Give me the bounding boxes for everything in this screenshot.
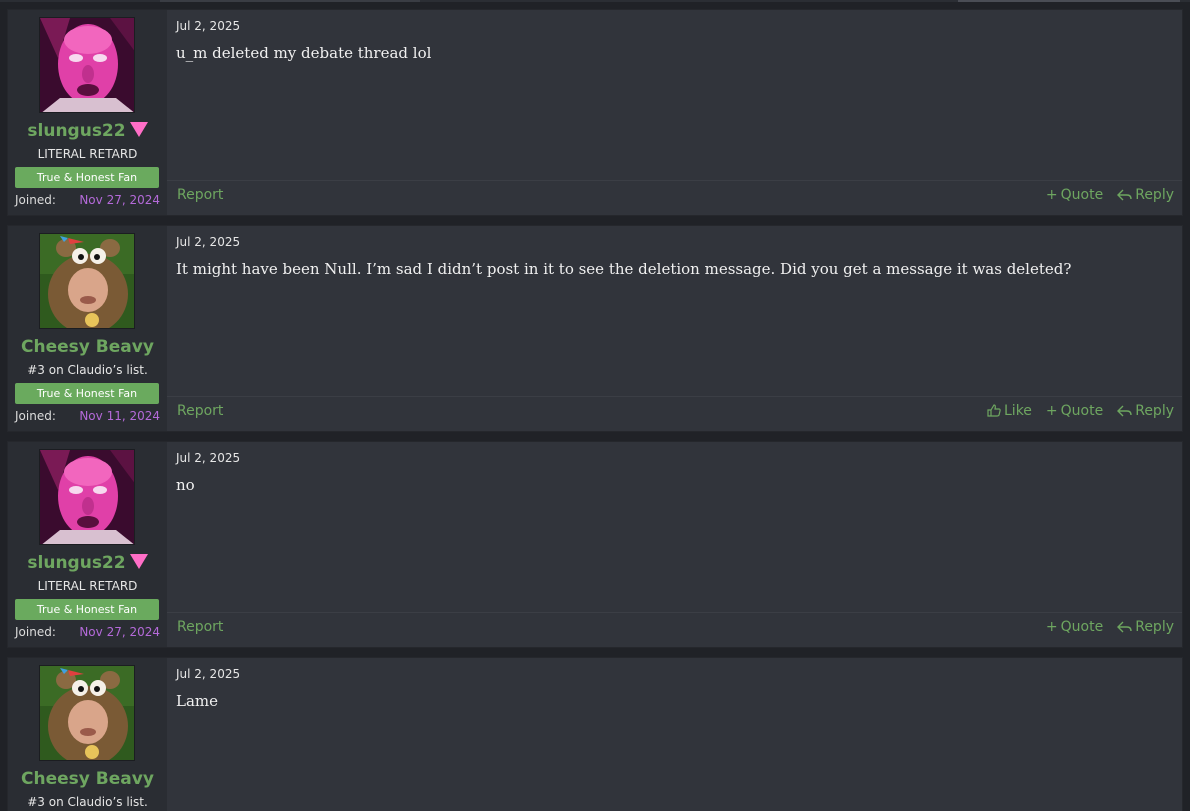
- post-content: Jul 2, 2025 u_m deleted my debate thread…: [167, 10, 1182, 215]
- top-nav-segment: [160, 0, 420, 2]
- user-banner: True & Honest Fan: [15, 167, 159, 188]
- user-marker-icon: [129, 554, 148, 569]
- post-message: Lame: [176, 692, 219, 710]
- user-title: #3 on Claudio’s list.: [27, 795, 148, 809]
- like-button[interactable]: Like: [987, 403, 1032, 419]
- joined-date: Nov 27, 2024: [79, 193, 160, 207]
- plus-icon: +: [1045, 187, 1058, 203]
- reply-button[interactable]: Reply: [1117, 187, 1174, 203]
- post: slungus22 LITERAL RETARD True & Honest F…: [7, 9, 1183, 216]
- report-link[interactable]: Report: [177, 619, 223, 635]
- post-date[interactable]: Jul 2, 2025: [176, 451, 240, 465]
- joined-date: Nov 11, 2024: [79, 409, 160, 423]
- post-footer: Report + Quote Reply: [167, 612, 1182, 650]
- beaver-costume-avatar-icon: [40, 234, 134, 328]
- plus-icon: +: [1045, 403, 1058, 419]
- top-nav-edge: [0, 0, 1190, 2]
- avatar[interactable]: [39, 233, 135, 329]
- user-title: #3 on Claudio’s list.: [27, 363, 148, 377]
- post-actions: Like + Quote Reply: [973, 403, 1174, 419]
- user-marker-icon: [129, 122, 148, 137]
- post-message: u_m deleted my debate thread lol: [176, 44, 432, 62]
- quote-button[interactable]: + Quote: [1046, 187, 1103, 203]
- post-actions: + Quote Reply: [1032, 619, 1174, 635]
- pink-face-avatar-icon: [40, 450, 134, 544]
- post-user-cell: slungus22 LITERAL RETARD True & Honest F…: [8, 442, 167, 647]
- quote-button[interactable]: + Quote: [1046, 619, 1103, 635]
- avatar[interactable]: [39, 17, 135, 113]
- post-date[interactable]: Jul 2, 2025: [176, 667, 240, 681]
- joined-label: Joined:: [15, 625, 56, 639]
- pink-face-avatar-icon: [40, 18, 134, 112]
- post-user-cell: slungus22 LITERAL RETARD True & Honest F…: [8, 10, 167, 215]
- avatar[interactable]: [39, 449, 135, 545]
- post-user-cell: Cheesy Beavy #3 on Claudio’s list.: [8, 658, 167, 811]
- joined-date: Nov 27, 2024: [79, 625, 160, 639]
- post-footer: Report + Quote Reply: [167, 180, 1182, 218]
- thumbs-up-icon: [987, 404, 1001, 417]
- reply-icon: [1117, 189, 1132, 201]
- joined-label: Joined:: [15, 409, 56, 423]
- beaver-costume-avatar-icon: [40, 666, 134, 760]
- username[interactable]: Cheesy Beavy: [8, 769, 167, 789]
- post-date[interactable]: Jul 2, 2025: [176, 235, 240, 249]
- post-content: Jul 2, 2025 It might have been Null. I’m…: [167, 226, 1182, 431]
- username[interactable]: slungus22: [8, 553, 167, 573]
- quote-button[interactable]: + Quote: [1046, 403, 1103, 419]
- reply-icon: [1117, 405, 1132, 417]
- username[interactable]: slungus22: [8, 121, 167, 141]
- post-actions: + Quote Reply: [1032, 187, 1174, 203]
- post-content: Jul 2, 2025 Lame: [167, 658, 1182, 811]
- joined-label: Joined:: [15, 193, 56, 207]
- top-nav-segment: [958, 0, 1180, 2]
- reply-button[interactable]: Reply: [1117, 619, 1174, 635]
- report-link[interactable]: Report: [177, 403, 223, 419]
- post-message: no: [176, 476, 195, 494]
- user-title: LITERAL RETARD: [37, 579, 138, 593]
- post-message: It might have been Null. I’m sad I didn’…: [176, 260, 1072, 278]
- user-banner: True & Honest Fan: [15, 383, 159, 404]
- post: Cheesy Beavy #3 on Claudio’s list. True …: [7, 225, 1183, 432]
- post-user-cell: Cheesy Beavy #3 on Claudio’s list. True …: [8, 226, 167, 431]
- user-banner: True & Honest Fan: [15, 599, 159, 620]
- post-footer: Report Like + Quote Reply: [167, 396, 1182, 434]
- post: slungus22 LITERAL RETARD True & Honest F…: [7, 441, 1183, 648]
- post-date[interactable]: Jul 2, 2025: [176, 19, 240, 33]
- report-link[interactable]: Report: [177, 187, 223, 203]
- reply-icon: [1117, 621, 1132, 633]
- reply-button[interactable]: Reply: [1117, 403, 1174, 419]
- post: Cheesy Beavy #3 on Claudio’s list. Jul 2…: [7, 657, 1183, 811]
- plus-icon: +: [1045, 619, 1058, 635]
- post-content: Jul 2, 2025 no Report + Quote Reply: [167, 442, 1182, 647]
- username[interactable]: Cheesy Beavy: [8, 337, 167, 357]
- user-title: LITERAL RETARD: [37, 147, 138, 161]
- avatar[interactable]: [39, 665, 135, 761]
